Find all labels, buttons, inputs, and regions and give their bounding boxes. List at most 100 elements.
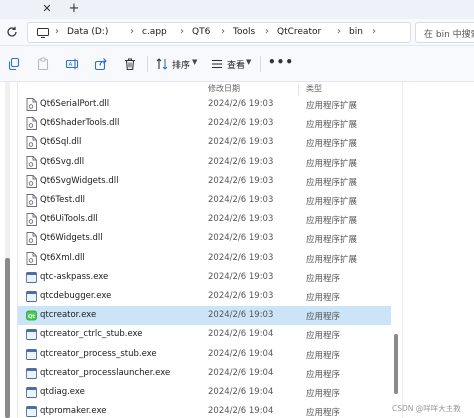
file-row[interactable]: qtcdebugger.exe 2024/2/6 19:03 应用程序 [18, 287, 391, 306]
file-row[interactable]: Qt6Svg.dll 2024/2/6 19:03 应用程序扩展 [18, 153, 391, 172]
tab-strip: ✕ + [0, 0, 474, 19]
chevron-right-icon[interactable]: › [180, 26, 184, 37]
file-row[interactable]: qtcreator_process_stub.exe 2024/2/6 19:04… [18, 345, 391, 364]
file-row[interactable]: qtcreator_ctrlc_stub.exe 2024/2/6 19:04 应用… [18, 325, 391, 344]
rename-icon[interactable]: A [65, 57, 79, 71]
file-modified-date: 2024/2/6 19:03 [208, 310, 274, 321]
exe-file-icon [26, 271, 37, 283]
file-name: qtdiag.exe [40, 387, 85, 397]
file-row[interactable]: Qt qtcreator.exe 2024/2/6 19:03 应用程序 [18, 306, 391, 326]
address-row: › Data (D:) › c.app › QT6 › Tools › QtCr… [0, 19, 474, 46]
file-row[interactable]: Qt6SvgWidgets.dll 2024/2/6 19:03 应用程序扩展 [18, 172, 391, 191]
more-options-button[interactable]: ••• [268, 55, 294, 69]
file-modified-date: 2024/2/6 19:03 [208, 137, 274, 148]
breadcrumb-qt6[interactable]: QT6 [192, 27, 210, 37]
dll-file-icon [26, 213, 37, 227]
breadcrumb-data-d[interactable]: Data (D:) [67, 27, 108, 37]
breadcrumb-bin[interactable]: bin [349, 27, 363, 37]
chevron-right-icon[interactable]: › [221, 26, 225, 37]
share-icon[interactable] [94, 57, 108, 71]
scrollbar-thumb[interactable] [5, 258, 10, 418]
file-row[interactable]: Qt6Xml.dll 2024/2/6 19:03 应用程序扩展 [18, 249, 391, 268]
file-row[interactable]: qtcreator_processlauncher.exe 2024/2/6 19… [18, 364, 391, 383]
file-list-scrollbar[interactable] [394, 82, 399, 418]
breadcrumb-qtcreator[interactable]: QtCreator [277, 27, 321, 37]
dll-file-icon [26, 98, 37, 111]
file-modified-date: 2024/2/6 19:03 [208, 195, 274, 205]
file-type: 应用程序扩展 [306, 235, 358, 246]
paste-icon[interactable] [36, 57, 50, 71]
file-type: 应用程序 [306, 273, 341, 284]
file-modified-date: 2024/2/6 19:03 [208, 271, 274, 282]
column-header-type[interactable]: 类型 [306, 83, 322, 94]
dll-file-icon [26, 117, 37, 131]
file-name: qtcreator_processlauncher.exe [40, 367, 171, 378]
file-row[interactable]: qtdiag.exe 2024/2/6 19:04 应用程序 [18, 383, 391, 402]
file-name: Qt6SerialPort.dll [40, 99, 110, 109]
file-name: Qt6ShaderTools.dll [40, 118, 120, 129]
file-row[interactable]: Qt6Test.dll 2024/2/6 19:03 应用程序扩展 [18, 191, 391, 210]
chevron-right-icon[interactable]: › [265, 26, 269, 37]
file-modified-date: 2024/2/6 19:04 [208, 348, 274, 359]
file-modified-date: 2024/2/6 19:03 [208, 175, 274, 186]
computer-icon [37, 28, 49, 38]
file-name: Qt6Widgets.dll [40, 233, 103, 244]
navigation-scrollbar[interactable] [5, 82, 10, 418]
file-modified-date: 2024/2/6 19:03 [208, 118, 274, 129]
file-row[interactable]: Qt6Widgets.dll 2024/2/6 19:03 应用程序扩展 [18, 229, 391, 248]
delete-icon[interactable] [123, 57, 137, 71]
svg-text:A: A [69, 62, 73, 68]
chevron-right-icon[interactable]: › [337, 26, 341, 37]
file-modified-date: 2024/2/6 19:04 [208, 367, 274, 378]
sort-icon[interactable] [155, 57, 169, 71]
column-header-date[interactable]: 修改日期 [208, 83, 240, 94]
address-bar[interactable]: › Data (D:) › c.app › QT6 › Tools › QtCr… [27, 22, 411, 43]
dll-file-icon [26, 174, 37, 188]
file-type: 应用程序扩展 [306, 197, 358, 207]
file-row[interactable]: qtc-askpass.exe 2024/2/6 19:03 应用程序 [18, 268, 391, 287]
file-row[interactable]: Qt6UiTools.dll 2024/2/6 19:03 应用程序扩展 [18, 210, 391, 229]
file-row[interactable]: Qt6SerialPort.dll 2024/2/6 19:03 应用程序扩展 [18, 95, 391, 114]
chevron-right-icon[interactable]: › [55, 26, 59, 37]
copy-icon[interactable] [7, 57, 21, 71]
file-modified-date: 2024/2/6 19:03 [208, 156, 274, 167]
sort-button[interactable]: 排序 [172, 58, 190, 71]
chevron-right-icon[interactable]: › [372, 26, 376, 37]
toolbar-divider [260, 56, 261, 72]
refresh-icon[interactable] [5, 25, 19, 39]
dll-file-icon [26, 232, 37, 246]
file-row[interactable]: qtpromaker.exe 2024/2/6 19:04 应用程序 [18, 402, 391, 418]
view-button[interactable]: 查看 [227, 58, 245, 71]
file-type: 应用程序扩展 [306, 158, 358, 169]
svg-text:Qt: Qt [28, 314, 35, 320]
file-modified-date: 2024/2/6 19:03 [208, 99, 274, 109]
view-icon[interactable] [210, 57, 224, 71]
file-type: 应用程序 [306, 331, 341, 342]
file-name: qtcreator_ctrlc_stub.exe [40, 329, 143, 340]
search-input[interactable]: 在 bin 中搜索 [415, 22, 474, 43]
dll-file-icon [26, 194, 37, 207]
breadcrumb-c-app[interactable]: c.app [142, 27, 167, 37]
file-name: Qt6Svg.dll [40, 156, 85, 167]
file-row[interactable]: Qt6ShaderTools.dll 2024/2/6 19:03 应用程序扩展 [18, 114, 391, 133]
new-tab-icon[interactable]: + [67, 1, 81, 17]
qt-creator-icon: Qt [26, 310, 37, 321]
toolbar-divider [147, 56, 148, 72]
file-modified-date: 2024/2/6 19:04 [208, 406, 274, 417]
file-name: Qt6Test.dll [40, 195, 85, 205]
chevron-down-icon[interactable]: ▼ [246, 58, 251, 66]
file-type: 应用程序扩展 [306, 120, 358, 131]
close-tab-icon[interactable]: ✕ [40, 2, 54, 16]
breadcrumb-tools[interactable]: Tools [233, 27, 255, 37]
exe-file-icon [26, 291, 37, 302]
chevron-down-icon[interactable]: ▼ [192, 58, 197, 66]
chevron-right-icon[interactable]: › [130, 26, 134, 37]
exe-file-icon [26, 406, 37, 418]
exe-file-icon [26, 387, 37, 398]
file-row[interactable]: Qt6Sql.dll 2024/2/6 19:03 应用程序扩展 [18, 133, 391, 152]
file-name: qtcreator.exe [40, 310, 97, 321]
file-modified-date: 2024/2/6 19:04 [208, 387, 274, 397]
file-name: qtcdebugger.exe [40, 291, 112, 301]
file-name: Qt6Sql.dll [40, 137, 82, 148]
scrollbar-thumb[interactable] [394, 334, 398, 394]
